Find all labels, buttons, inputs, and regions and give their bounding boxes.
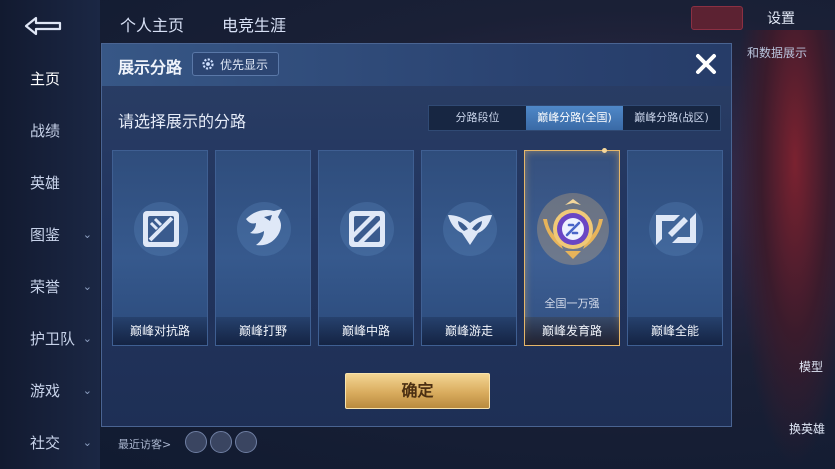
tab-peak-lane-region[interactable]: 巅峰分路(战区) [623, 106, 720, 130]
back-arrow-icon[interactable] [22, 12, 66, 36]
nav-item[interactable]: 游戏 ⌄ [0, 370, 100, 410]
lane-card-farm[interactable]: 全国一万强 巅峰发育路 [524, 148, 620, 346]
visitor-avatar[interactable] [185, 431, 207, 453]
nav-item-label: 战绩 [30, 121, 61, 140]
visitor-avatar[interactable] [210, 431, 232, 453]
hero-portrait [735, 30, 835, 469]
card-rank: 全国一万强 [544, 297, 600, 310]
chevron-down-icon: ⌄ [82, 227, 92, 241]
lane-card-clash[interactable]: 巅峰对抗路 [112, 150, 208, 346]
lane-card-jungle[interactable]: 巅峰打野 [215, 150, 311, 346]
confirm-button[interactable]: 确定 [345, 373, 490, 409]
gear-icon [202, 58, 214, 70]
chevron-down-icon: ⌄ [82, 331, 92, 345]
farm-lane-medal-icon [537, 193, 609, 265]
mid-lane-icon [340, 202, 394, 256]
tab-peak-lane-national[interactable]: 巅峰分路(全国) [526, 106, 623, 130]
data-display-link[interactable]: 和数据展示 [747, 44, 807, 61]
nav-item-label: 游戏 [30, 381, 61, 400]
lane-card-all-round[interactable]: 巅峰全能 [627, 150, 723, 346]
tab-profile[interactable]: 个人主页 [120, 12, 184, 36]
card-label: 巅峰全能 [628, 317, 722, 345]
clash-lane-icon [134, 202, 188, 256]
model-button[interactable]: 模型 [799, 358, 823, 375]
priority-display-button[interactable]: 优先显示 [192, 52, 280, 76]
nav-item-label: 英雄 [30, 173, 61, 192]
dialog-title: 展示分路 [118, 58, 183, 77]
card-label: 巅峰中路 [319, 317, 413, 345]
card-label: 巅峰打野 [216, 317, 310, 345]
swap-hero-button[interactable]: 换英雄 [789, 420, 825, 437]
recent-visitors-link[interactable]: 最近访客> [118, 436, 171, 452]
roam-icon [443, 202, 497, 256]
priority-display-label: 优先显示 [220, 57, 269, 72]
nav-item[interactable]: 荣誉 ⌄ [0, 266, 100, 306]
nav-item-label: 荣誉 [30, 277, 61, 296]
chevron-down-icon: ⌄ [82, 435, 92, 449]
lane-display-dialog: 展示分路 优先显示 请选择展示的分路 分路段位 巅峰分路(全国) 巅峰分路(战区… [101, 43, 732, 427]
visitor-avatar[interactable] [235, 431, 257, 453]
selected-indicator [602, 148, 607, 153]
nav-item[interactable]: 主页 [0, 58, 100, 98]
notification-badge[interactable] [691, 6, 743, 30]
tab-esports-career[interactable]: 电竞生涯 [222, 12, 286, 36]
tab-lane-rank[interactable]: 分路段位 [429, 106, 526, 130]
card-label: 巅峰游走 [422, 317, 516, 345]
lane-tabs: 分路段位 巅峰分路(全国) 巅峰分路(战区) [428, 105, 721, 131]
nav-item[interactable]: 图鉴 ⌄ [0, 214, 100, 254]
close-icon[interactable] [691, 49, 721, 79]
nav-item-label: 护卫队 [30, 329, 76, 348]
jungle-icon [237, 202, 291, 256]
nav-item[interactable]: 护卫队 ⌄ [0, 318, 100, 358]
card-label: 巅峰对抗路 [113, 317, 207, 345]
lane-card-roam[interactable]: 巅峰游走 [421, 150, 517, 346]
card-label: 巅峰发育路 [525, 317, 619, 345]
nav-item-label: 社交 [30, 433, 61, 452]
nav-item[interactable]: 社交 ⌄ [0, 422, 100, 462]
nav-item[interactable]: 英雄 [0, 162, 100, 202]
selection-prompt: 请选择展示的分路 [118, 112, 247, 131]
lane-card-mid[interactable]: 巅峰中路 [318, 150, 414, 346]
chevron-down-icon: ⌄ [82, 279, 92, 293]
left-nav: 主页战绩英雄图鉴 ⌄ 荣誉 ⌄ 护卫队 ⌄ 游戏 ⌄ 社交 ⌄ [0, 0, 100, 469]
nav-item-label: 主页 [30, 69, 61, 88]
nav-item-label: 图鉴 [30, 225, 61, 244]
all-round-icon [649, 202, 703, 256]
settings-button[interactable]: 设置 [767, 8, 795, 28]
chevron-down-icon: ⌄ [82, 383, 92, 397]
dialog-header: 展示分路 优先显示 [102, 44, 731, 86]
nav-item[interactable]: 战绩 [0, 110, 100, 150]
